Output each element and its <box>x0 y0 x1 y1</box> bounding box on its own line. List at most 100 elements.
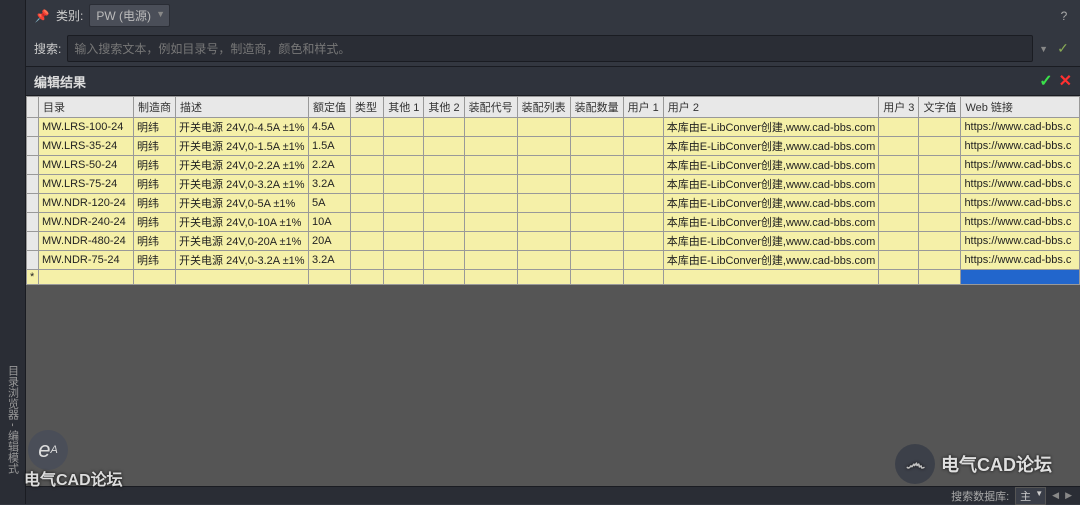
help-icon[interactable]: ? <box>1056 8 1072 24</box>
cell[interactable] <box>350 156 383 175</box>
cell[interactable] <box>517 194 570 213</box>
cell[interactable]: MW.NDR-120-24 <box>39 194 134 213</box>
cell[interactable] <box>623 251 663 270</box>
cell[interactable] <box>424 156 464 175</box>
cell[interactable]: MW.LRS-50-24 <box>39 156 134 175</box>
cell[interactable] <box>517 251 570 270</box>
cell[interactable]: 20A <box>308 232 350 251</box>
cell[interactable] <box>464 175 517 194</box>
cell[interactable] <box>623 270 663 285</box>
cell[interactable]: 开关电源 24V,0-3.2A ±1% <box>176 251 309 270</box>
cell[interactable]: MW.LRS-75-24 <box>39 175 134 194</box>
vertical-tab-label[interactable]: 目录浏览器 - 编辑模式 <box>5 365 21 474</box>
cell[interactable] <box>919 137 961 156</box>
cell[interactable]: 本库由E-LibConver创建,www.cad-bbs.com <box>663 251 878 270</box>
col-header[interactable]: 用户 1 <box>623 97 663 118</box>
apply-icon[interactable]: ✓ <box>1039 71 1052 91</box>
cell[interactable] <box>570 137 623 156</box>
cell[interactable] <box>517 156 570 175</box>
cell[interactable] <box>623 118 663 137</box>
cell[interactable]: MW.LRS-35-24 <box>39 137 134 156</box>
cell[interactable]: 开关电源 24V,0-5A ±1% <box>176 194 309 213</box>
cell[interactable] <box>623 194 663 213</box>
cell[interactable] <box>424 251 464 270</box>
database-dropdown[interactable]: 主 ▼ <box>1015 487 1046 505</box>
cell[interactable] <box>464 232 517 251</box>
table-row[interactable]: MW.LRS-75-24明纬开关电源 24V,0-3.2A ±1%3.2A本库由… <box>27 175 1080 194</box>
cell[interactable] <box>623 213 663 232</box>
cell[interactable]: 本库由E-LibConver创建,www.cad-bbs.com <box>663 175 878 194</box>
col-header[interactable]: 目录 <box>39 97 134 118</box>
cell[interactable]: 开关电源 24V,0-10A ±1% <box>176 213 309 232</box>
table-row[interactable]: MW.LRS-35-24明纬开关电源 24V,0-1.5A ±1%1.5A本库由… <box>27 137 1080 156</box>
cell[interactable] <box>623 156 663 175</box>
cell[interactable] <box>570 175 623 194</box>
cell[interactable] <box>350 251 383 270</box>
cell[interactable] <box>464 213 517 232</box>
cell[interactable] <box>879 251 919 270</box>
cell[interactable]: 10A <box>308 213 350 232</box>
cell[interactable]: 3.2A <box>308 251 350 270</box>
cell[interactable] <box>176 270 309 285</box>
cell[interactable]: https://www.cad-bbs.c <box>961 194 1080 213</box>
cell[interactable] <box>384 232 424 251</box>
col-header[interactable]: 描述 <box>176 97 309 118</box>
cell[interactable] <box>570 156 623 175</box>
prev-db-icon[interactable]: ◀ <box>1052 490 1059 501</box>
col-header[interactable]: 其他 2 <box>424 97 464 118</box>
results-table[interactable]: 目录制造商描述额定值类型其他 1其他 2装配代号装配列表装配数量用户 1用户 2… <box>26 96 1080 285</box>
cell[interactable]: 开关电源 24V,0-3.2A ±1% <box>176 175 309 194</box>
cell[interactable]: 明纬 <box>134 118 176 137</box>
cell[interactable] <box>464 137 517 156</box>
cell[interactable] <box>919 194 961 213</box>
cell[interactable] <box>384 118 424 137</box>
cell[interactable] <box>879 213 919 232</box>
cell[interactable]: 本库由E-LibConver创建,www.cad-bbs.com <box>663 137 878 156</box>
col-header[interactable]: 装配数量 <box>570 97 623 118</box>
cell[interactable] <box>919 118 961 137</box>
cell[interactable] <box>623 175 663 194</box>
cell[interactable]: 4.5A <box>308 118 350 137</box>
cell[interactable]: MW.NDR-75-24 <box>39 251 134 270</box>
cell[interactable] <box>663 270 878 285</box>
cell[interactable]: https://www.cad-bbs.c <box>961 137 1080 156</box>
table-row[interactable]: MW.LRS-50-24明纬开关电源 24V,0-2.2A ±1%2.2A本库由… <box>27 156 1080 175</box>
cell[interactable] <box>134 270 176 285</box>
col-header[interactable]: 文字值 <box>919 97 961 118</box>
cell[interactable] <box>350 270 383 285</box>
cell[interactable] <box>424 213 464 232</box>
cell[interactable]: https://www.cad-bbs.c <box>961 213 1080 232</box>
cell[interactable] <box>384 251 424 270</box>
cell[interactable]: 本库由E-LibConver创建,www.cad-bbs.com <box>663 118 878 137</box>
cell[interactable] <box>384 270 424 285</box>
cell[interactable] <box>570 251 623 270</box>
cell[interactable] <box>464 118 517 137</box>
col-header[interactable]: 其他 1 <box>384 97 424 118</box>
cell[interactable] <box>570 270 623 285</box>
cell[interactable] <box>879 137 919 156</box>
cell[interactable]: 明纬 <box>134 156 176 175</box>
cell[interactable] <box>919 270 961 285</box>
cell[interactable] <box>384 137 424 156</box>
cell[interactable] <box>623 137 663 156</box>
cell[interactable]: 开关电源 24V,0-1.5A ±1% <box>176 137 309 156</box>
cell[interactable] <box>919 251 961 270</box>
cell[interactable] <box>464 194 517 213</box>
cell[interactable] <box>424 232 464 251</box>
cell[interactable] <box>517 213 570 232</box>
cell[interactable] <box>879 194 919 213</box>
cell[interactable] <box>350 194 383 213</box>
cell[interactable] <box>39 270 134 285</box>
cell[interactable] <box>384 194 424 213</box>
search-go-icon[interactable]: ✓ <box>1054 40 1072 58</box>
cell[interactable]: 本库由E-LibConver创建,www.cad-bbs.com <box>663 232 878 251</box>
col-header[interactable]: 装配列表 <box>517 97 570 118</box>
cell[interactable]: 本库由E-LibConver创建,www.cad-bbs.com <box>663 213 878 232</box>
cell[interactable] <box>879 175 919 194</box>
cell[interactable]: 本库由E-LibConver创建,www.cad-bbs.com <box>663 194 878 213</box>
cell[interactable]: https://www.cad-bbs.c <box>961 251 1080 270</box>
cell[interactable] <box>570 232 623 251</box>
cell[interactable] <box>350 137 383 156</box>
search-input[interactable]: 输入搜索文本，例如目录号，制造商，颜色和样式。 <box>67 35 1033 62</box>
cell[interactable] <box>623 232 663 251</box>
